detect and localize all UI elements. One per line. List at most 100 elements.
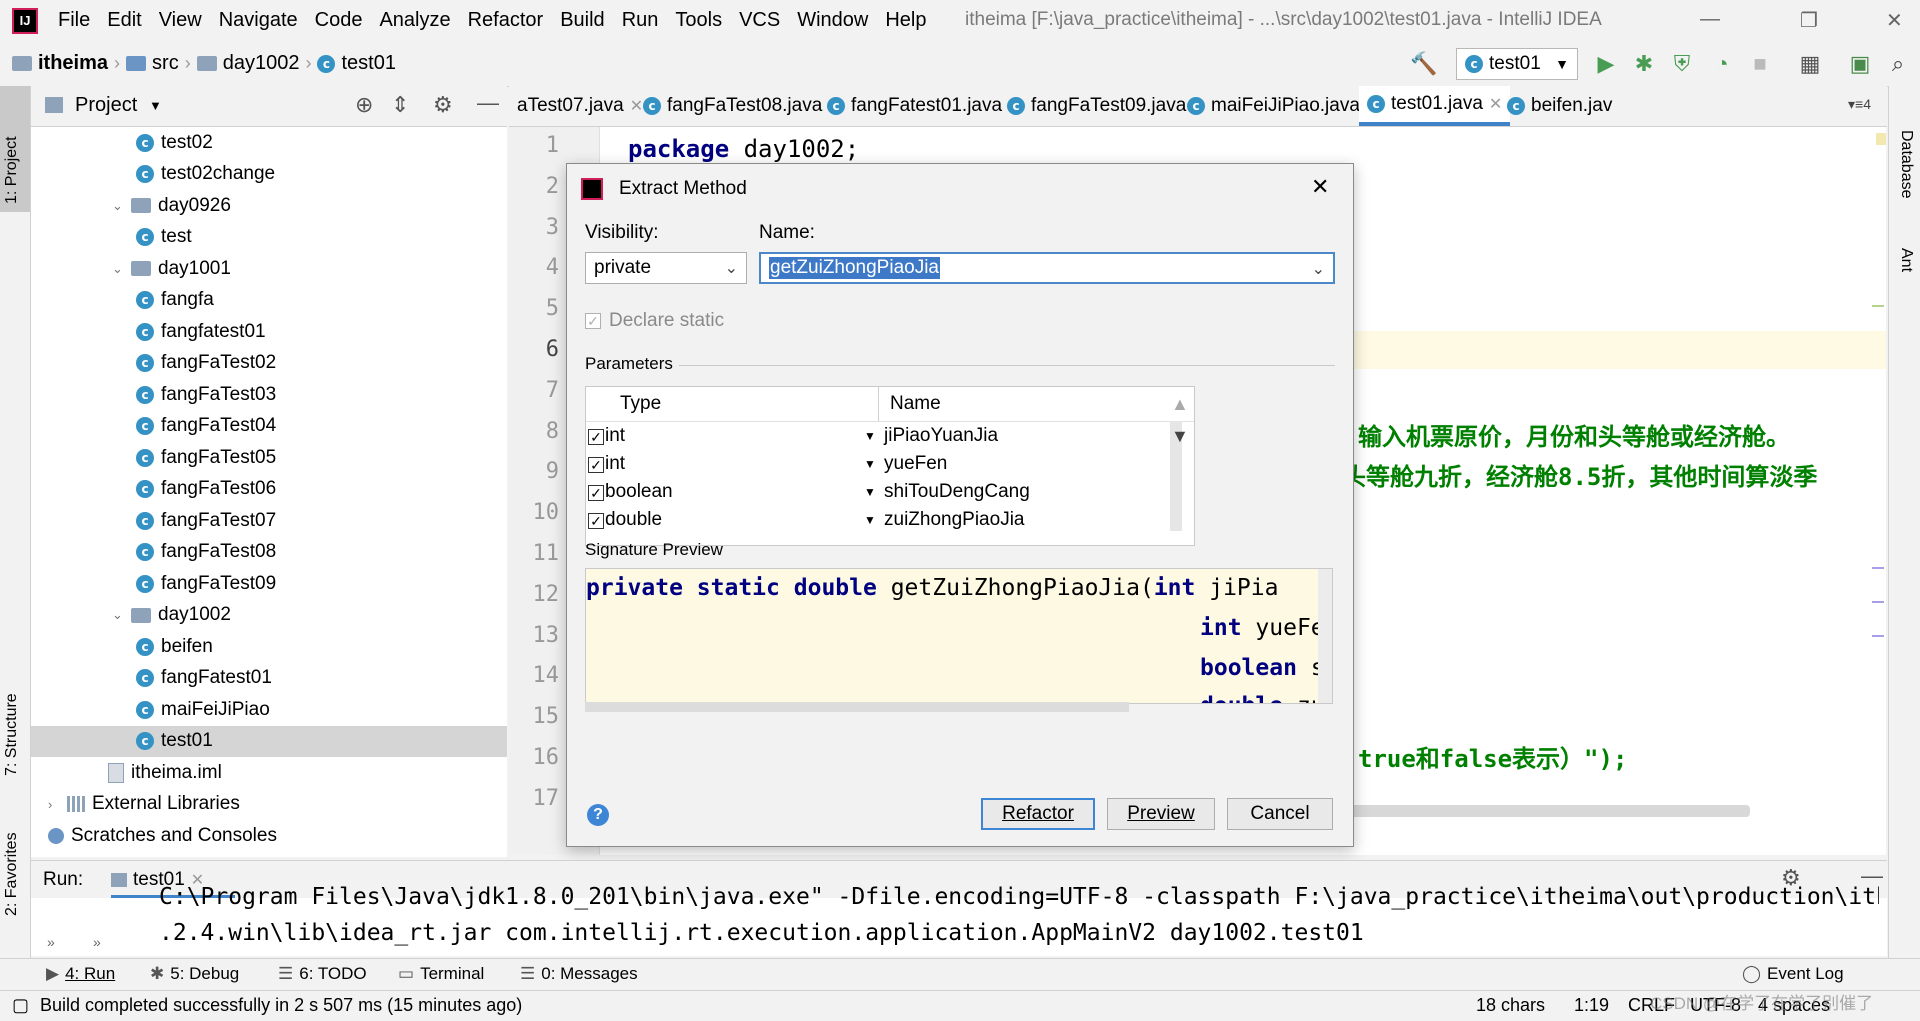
- locate-icon[interactable]: ⊕: [355, 92, 373, 118]
- breadcrumb-src[interactable]: src: [152, 52, 179, 75]
- tool-window-run[interactable]: ▶ 4: Run: [46, 964, 115, 984]
- move-up-icon[interactable]: ▲: [1171, 394, 1189, 415]
- debug-icon[interactable]: ✱: [1630, 50, 1658, 78]
- parameter-name[interactable]: jiPiaoYuanJia: [884, 425, 998, 447]
- chevron-down-icon[interactable]: ⌄: [112, 261, 124, 277]
- menu-navigate[interactable]: Navigate: [219, 9, 298, 32]
- signature-scrollbar[interactable]: [1318, 569, 1332, 703]
- tree-item-itheima-iml[interactable]: itheima.iml: [31, 757, 222, 788]
- editor-tab[interactable]: cmaiFeiJiPiao.java✕: [1179, 86, 1387, 126]
- tree-item-maifeijipiao[interactable]: c maiFeiJiPiao: [31, 694, 270, 725]
- menu-analyze[interactable]: Analyze: [379, 9, 450, 32]
- profile-icon[interactable]: ◔: [1708, 50, 1736, 78]
- tree-item-fangfatest05[interactable]: c fangFaTest05: [31, 442, 276, 473]
- terminal-layout-icon[interactable]: ▣: [1846, 50, 1874, 78]
- editor-horizontal-scrollbar[interactable]: [1340, 805, 1750, 817]
- parameter-checkbox[interactable]: ✓: [588, 513, 604, 529]
- parameter-name[interactable]: zuiZhongPiaoJia: [884, 509, 1024, 531]
- inspection-status-icon[interactable]: [1876, 133, 1886, 145]
- chevron-down-icon[interactable]: ▼: [149, 98, 162, 113]
- column-type[interactable]: Type: [620, 393, 661, 415]
- collapse-all-icon[interactable]: ⇕: [391, 92, 409, 118]
- menu-vcs[interactable]: VCS: [739, 9, 780, 32]
- menu-run[interactable]: Run: [622, 9, 659, 32]
- parameter-row[interactable]: ✓ boolean ▼ shiTouDengCang: [586, 479, 1166, 507]
- editor-tab[interactable]: c test01.java ✕: [1359, 86, 1511, 126]
- tabs-overflow-icon[interactable]: ▾≡4: [1848, 96, 1871, 113]
- refactor-button[interactable]: Refactor: [981, 798, 1095, 830]
- column-name[interactable]: Name: [890, 393, 941, 415]
- tree-item-beifen[interactable]: c beifen: [31, 631, 213, 662]
- tree-item-test02[interactable]: c test02: [31, 127, 213, 158]
- help-icon[interactable]: ?: [587, 804, 609, 826]
- run-configuration-select[interactable]: c test01 ▼: [1456, 48, 1578, 80]
- declare-static-checkbox[interactable]: ✓ Declare static: [585, 310, 724, 332]
- move-down-icon[interactable]: ▼: [1171, 426, 1189, 447]
- cancel-button[interactable]: Cancel: [1227, 798, 1333, 830]
- editor-tab[interactable]: cfangFatest01.java✕: [819, 86, 1029, 126]
- tool-tab-project[interactable]: 1: Project: [3, 136, 21, 204]
- tool-tab-favorites[interactable]: 2: Favorites: [3, 832, 21, 916]
- tree-item-fangfatest04[interactable]: c fangFaTest04: [31, 411, 276, 442]
- tool-window-messages[interactable]: ☰ 0: Messages: [520, 964, 638, 984]
- tree-item-fangfatest02[interactable]: c fangFaTest02: [31, 348, 276, 379]
- status-icon[interactable]: ▢: [12, 995, 29, 1016]
- tree-item-fangfatest06[interactable]: c fangFaTest06: [31, 474, 276, 505]
- tree-item-fangfa[interactable]: c fangfa: [31, 285, 214, 316]
- tree-item-day1002[interactable]: ⌄ day1002: [31, 600, 231, 631]
- parameter-checkbox[interactable]: ✓: [588, 457, 604, 473]
- run-icon[interactable]: ▶: [1592, 50, 1620, 78]
- tree-item-day1001[interactable]: ⌄ day1001: [31, 253, 231, 284]
- method-name-field[interactable]: getZuiZhongPiaoJia ⌄: [759, 252, 1335, 284]
- expand-toolbar-icon[interactable]: »: [93, 934, 101, 950]
- gear-icon[interactable]: ⚙: [433, 92, 453, 118]
- menu-window[interactable]: Window: [797, 9, 868, 32]
- breadcrumb-project[interactable]: itheima: [38, 52, 108, 75]
- coverage-icon[interactable]: ⛨: [1668, 50, 1696, 78]
- close-icon[interactable]: ✕: [1311, 174, 1329, 200]
- menu-file[interactable]: File: [58, 9, 90, 32]
- type-dropdown-icon[interactable]: ▼: [864, 485, 876, 499]
- tree-item-test[interactable]: c test: [31, 222, 192, 253]
- editor-tab[interactable]: cfangFaTest08.java✕: [635, 86, 850, 126]
- preview-button[interactable]: Preview: [1107, 798, 1215, 830]
- tool-tab-structure[interactable]: 7: Structure: [3, 693, 21, 776]
- editor-tab[interactable]: aTest07.java ✕: [509, 86, 651, 126]
- expand-left-icon[interactable]: »: [47, 934, 55, 950]
- parameter-name[interactable]: yueFen: [884, 453, 947, 475]
- signature-horizontal-scrollbar[interactable]: [585, 702, 1129, 712]
- breadcrumb-package[interactable]: day1002: [223, 52, 300, 75]
- menu-refactor[interactable]: Refactor: [468, 9, 544, 32]
- tool-window-debug[interactable]: ✱ 5: Debug: [150, 964, 239, 984]
- tree-item-fangfatest07[interactable]: c fangFaTest07: [31, 505, 276, 536]
- tree-item-fangfatest01[interactable]: c fangFatest01: [31, 663, 272, 694]
- chevron-down-icon[interactable]: ⌄: [112, 198, 124, 214]
- type-dropdown-icon[interactable]: ▼: [864, 457, 876, 471]
- project-view-title[interactable]: Project: [75, 94, 137, 117]
- type-dropdown-icon[interactable]: ▼: [864, 513, 876, 527]
- tree-item-fangfatest01[interactable]: c fangfatest01: [31, 316, 266, 347]
- tree-item-test02change[interactable]: c test02change: [31, 159, 275, 190]
- run-console[interactable]: » » C:\Program Files\Java\jdk1.8.0_201\b…: [31, 884, 1887, 956]
- tree-item-scratches-and-consoles[interactable]: Scratches and Consoles: [31, 820, 277, 851]
- menu-edit[interactable]: Edit: [107, 9, 141, 32]
- stop-icon[interactable]: ■: [1746, 50, 1774, 78]
- menu-view[interactable]: View: [159, 9, 202, 32]
- type-dropdown-icon[interactable]: ▼: [864, 429, 876, 443]
- close-window-icon[interactable]: ✕: [1886, 8, 1903, 33]
- menu-help[interactable]: Help: [885, 9, 926, 32]
- tool-tab-database[interactable]: Database: [1897, 130, 1915, 199]
- tree-item-fangfatest09[interactable]: c fangFaTest09: [31, 568, 276, 599]
- hide-panel-icon[interactable]: —: [477, 90, 499, 116]
- tree-item-fangfatest03[interactable]: c fangFaTest03: [31, 379, 276, 410]
- menu-code[interactable]: Code: [315, 9, 363, 32]
- tool-window-todo[interactable]: ☰ 6: TODO: [278, 964, 367, 984]
- visibility-select[interactable]: private ⌄: [585, 252, 747, 284]
- chevron-down-icon[interactable]: ⌄: [112, 607, 124, 623]
- parameter-row[interactable]: ✓ double ▼ zuiZhongPiaoJia: [586, 507, 1166, 535]
- tree-item-fangfatest08[interactable]: c fangFaTest08: [31, 537, 276, 568]
- breadcrumb-class[interactable]: test01: [341, 52, 395, 75]
- tree-item-external-libraries[interactable]: › External Libraries: [31, 789, 240, 820]
- parameter-row[interactable]: ✓ int ▼ yueFen: [586, 451, 1166, 479]
- tree-item-day0926[interactable]: ⌄ day0926: [31, 190, 231, 221]
